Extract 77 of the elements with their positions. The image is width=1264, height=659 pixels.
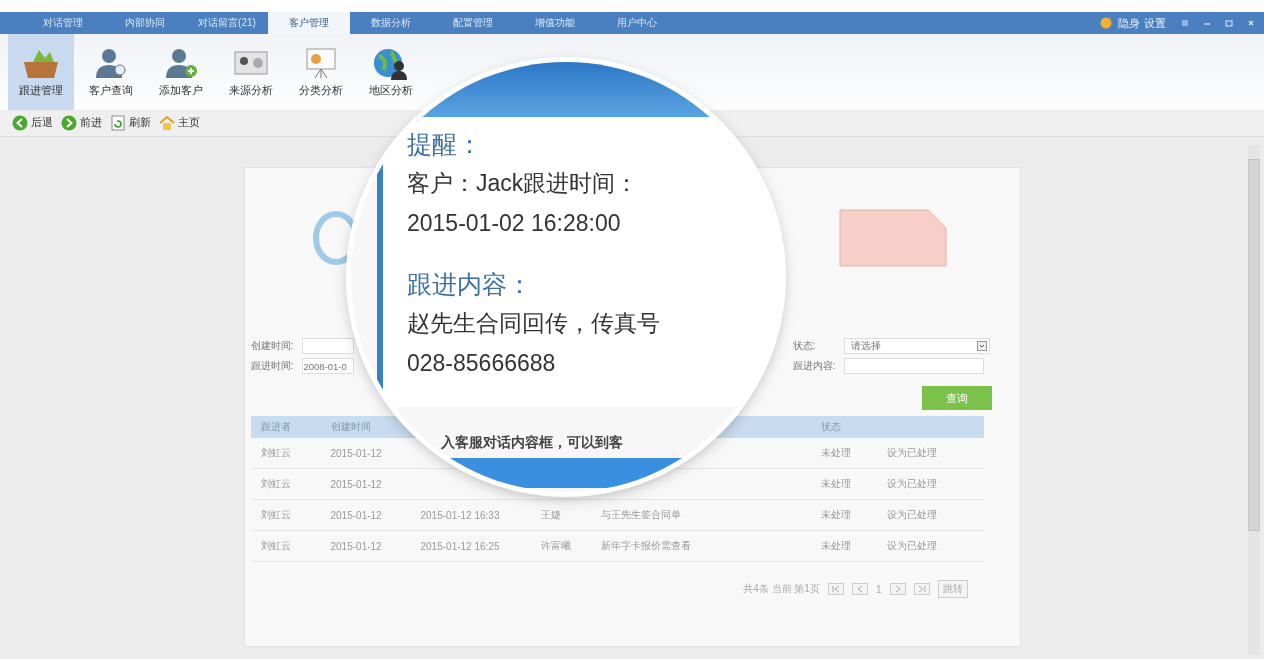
- reminder-content: 赵先生合同回传，传真号: [407, 309, 661, 338]
- table-cell-text: 未处理: [820, 477, 852, 491]
- toolbar-button[interactable]: 分类分析: [288, 34, 354, 110]
- table-cell-text: 未处理: [820, 446, 852, 460]
- menu-tab[interactable]: 内部协同: [104, 12, 186, 34]
- page-summary: 共4条 当前 第1页: [743, 582, 820, 596]
- close-icon[interactable]: [1246, 18, 1256, 28]
- table-cell-text: 许富曦: [540, 539, 572, 553]
- last-page-icon[interactable]: [913, 583, 930, 595]
- filter-label: 跟进时间:: [250, 359, 295, 373]
- column-header: 状态: [820, 420, 842, 434]
- table-cell-text: 2015-01-12 16:33: [420, 509, 501, 521]
- status-dropdown[interactable]: 请选择: [843, 338, 990, 354]
- menu-tab[interactable]: 对话留言(21): [186, 12, 268, 34]
- table-cell-text: 新年字卡报价需查看: [600, 539, 692, 553]
- nav-button[interactable]: 刷新: [110, 115, 151, 131]
- table-cell-text: 未处理: [820, 508, 852, 522]
- toolbar-button[interactable]: 跟进管理: [8, 34, 74, 110]
- reminder-content-label: 跟进内容：: [407, 269, 533, 300]
- first-page-icon[interactable]: [827, 583, 844, 595]
- table-cell-text: 与王先生签合同单: [600, 508, 682, 522]
- filter-label: 跟进内容:: [792, 359, 837, 373]
- mark-processed-link[interactable]: 设为已处理: [886, 508, 967, 522]
- next-page-icon[interactable]: [889, 583, 906, 595]
- filter-label: 状态:: [792, 339, 817, 353]
- menu-icon[interactable]: [1180, 18, 1190, 28]
- jump-button[interactable]: 跳转: [937, 580, 968, 598]
- lens-lower-text: 入客服对话内容框，可以到客: [441, 434, 623, 450]
- menu-tab[interactable]: 用户中心: [596, 12, 678, 34]
- restore-icon[interactable]: [1224, 18, 1234, 28]
- status-dot-icon: [1100, 17, 1112, 29]
- refresh-page-icon: [110, 115, 126, 131]
- filter-label: 创建时间:: [250, 339, 295, 353]
- nav-button[interactable]: 后退: [12, 115, 53, 131]
- table-cell-text: 刘虹云: [260, 508, 292, 522]
- reminder-title: 提醒：: [407, 129, 483, 160]
- reminder-time: 2015-01-02 16:28:00: [407, 209, 622, 238]
- menu-tab[interactable]: 对话管理: [22, 12, 104, 34]
- page-number: 1: [875, 583, 882, 595]
- status-link[interactable]: 隐身: [1116, 15, 1142, 31]
- table-cell-text: 2015-01-12 16:25: [420, 540, 501, 552]
- query-button[interactable]: 查询: [921, 386, 992, 410]
- table-cell-text: 2015-01-12: [330, 447, 383, 459]
- nav-button[interactable]: 主页: [159, 115, 200, 131]
- nav-button[interactable]: 前进: [61, 115, 102, 131]
- reminder-customer: 客户：Jack跟进时间：: [407, 169, 640, 198]
- home-icon: [159, 115, 175, 131]
- toolbar-button[interactable]: 地区分析: [358, 34, 424, 110]
- column-header: 创建时间: [330, 420, 372, 434]
- date-field[interactable]: [301, 338, 354, 354]
- table-cell-text: 王婕: [540, 508, 562, 522]
- reminder-content: 028-85666688: [407, 349, 557, 378]
- table-cell-text: 刘虹云: [260, 539, 292, 553]
- mark-processed-link[interactable]: 设为已处理: [886, 446, 967, 460]
- table-cell-text: 2015-01-12: [330, 540, 383, 552]
- menu-tab[interactable]: 客户管理: [268, 12, 350, 34]
- toolbar-button[interactable]: 客户查询: [78, 34, 144, 110]
- toolbar-button[interactable]: 来源分析: [218, 34, 284, 110]
- table-cell-text: 2015-01-12: [330, 478, 383, 490]
- mark-processed-link[interactable]: 设为已处理: [886, 539, 967, 553]
- menu-tab[interactable]: 数据分析: [350, 12, 432, 34]
- menu-tab[interactable]: 配置管理: [432, 12, 514, 34]
- settings-link[interactable]: 设置: [1142, 15, 1168, 31]
- date-field[interactable]: 2008-01-0: [301, 358, 354, 374]
- menu-tab[interactable]: 增值功能: [514, 12, 596, 34]
- scrollbar[interactable]: [1248, 145, 1260, 655]
- mark-processed-link[interactable]: 设为已处理: [886, 477, 967, 491]
- table-cell-text: 刘虹云: [260, 446, 292, 460]
- table-cell-text: 未处理: [820, 539, 852, 553]
- note-paper-icon: [837, 208, 948, 268]
- toolbar-button[interactable]: 添加客户: [148, 34, 214, 110]
- column-header: 跟进者: [260, 420, 292, 434]
- table-cell-text: 刘虹云: [260, 477, 292, 491]
- table-cell-text: 2015-01-12: [330, 509, 383, 521]
- content-field[interactable]: [843, 358, 984, 374]
- previous-page-icon[interactable]: [851, 583, 868, 595]
- dropdown-arrow-icon: [976, 341, 987, 351]
